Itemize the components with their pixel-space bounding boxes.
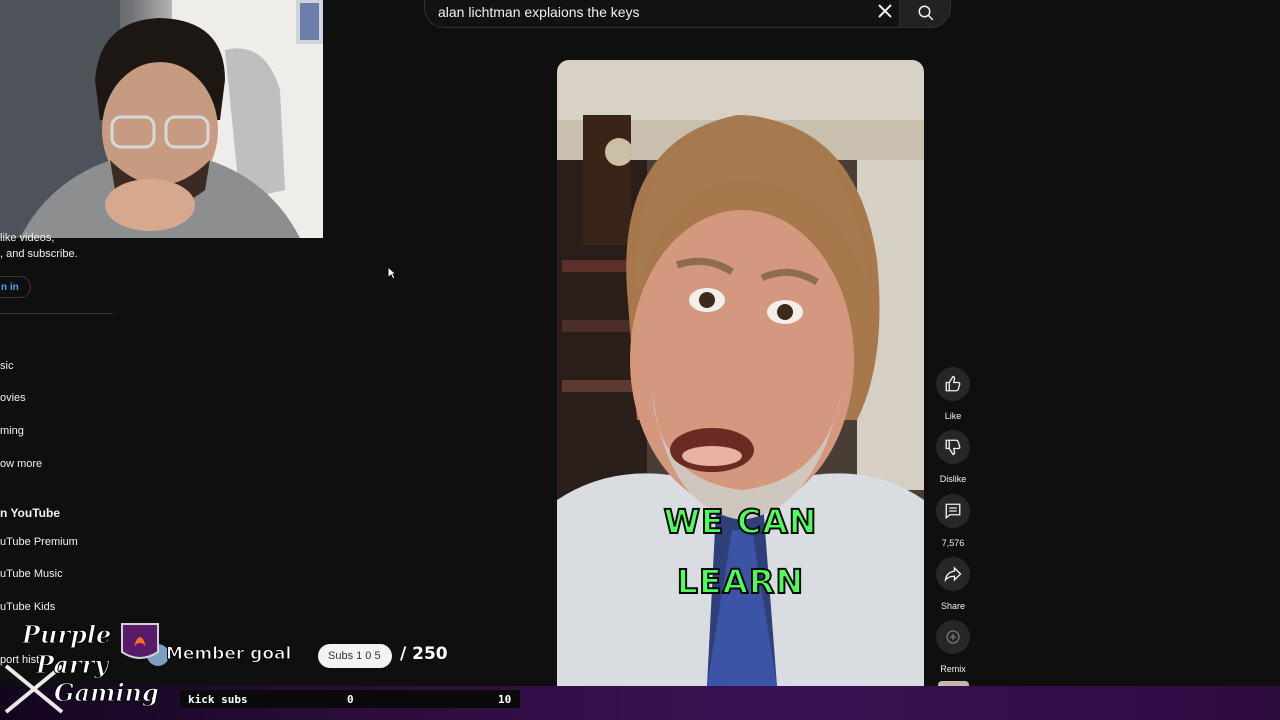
thumbs-up-icon	[945, 375, 961, 392]
like-button[interactable]: Like	[932, 367, 974, 421]
remix-icon	[946, 630, 960, 644]
sidebar-item-kids[interactable]: uTube Kids	[0, 601, 55, 613]
comment-icon	[945, 503, 961, 520]
search-icon	[918, 5, 934, 21]
logo-line-3: Gaming	[54, 678, 160, 708]
sign-in-label: n in	[1, 282, 19, 293]
share-label: Share	[940, 601, 966, 611]
member-goal-label: Member goal	[165, 644, 292, 665]
sign-in-button[interactable]: n in	[0, 276, 31, 298]
sidebar-show-more[interactable]: ow more	[0, 458, 42, 470]
search-input[interactable]: alan lichtman explaions the keys	[424, 0, 899, 28]
sidebar-item-gaming[interactable]: ming	[0, 425, 24, 437]
sidebar-item-music-app[interactable]: uTube Music	[0, 568, 63, 580]
channel-logo: Purple Parry Gaming	[2, 616, 168, 716]
subs-count: Subs 1 0 5	[328, 650, 381, 662]
caption-line-1: WE CAN	[663, 501, 818, 542]
comments-button[interactable]: 7,576	[932, 494, 974, 548]
caption-line-2: LEARN	[676, 561, 805, 602]
subs-count-chip: Subs 1 0 5	[318, 644, 392, 668]
shorts-video-player[interactable]: WE CAN LEARN	[557, 60, 924, 686]
sidebar-item-music[interactable]: sic	[0, 360, 13, 372]
comments-count: 7,576	[941, 538, 965, 548]
dislike-label: Dislike	[939, 474, 967, 484]
sidebar-divider	[0, 313, 113, 314]
remix-label: Remix	[940, 664, 966, 674]
mouse-cursor-icon	[387, 266, 397, 280]
kick-subs-label: kick subs	[188, 693, 248, 706]
signin-prompt-line1: like videos,	[0, 232, 55, 244]
sidebar-item-premium[interactable]: uTube Premium	[0, 536, 78, 548]
search-query[interactable]: alan lichtman explaions the keys	[438, 4, 640, 20]
sidebar-more-heading: n YouTube	[0, 506, 60, 520]
clear-search-icon[interactable]	[873, 0, 897, 23]
signin-prompt-line2: , and subscribe.	[0, 248, 78, 260]
logo-line-2: Parry	[35, 650, 109, 680]
kick-subs-current: 0	[347, 693, 354, 706]
thumbs-down-icon	[945, 439, 961, 456]
share-button[interactable]: Share	[932, 557, 974, 611]
search-button[interactable]	[899, 0, 951, 28]
remix-button[interactable]: Remix	[932, 620, 974, 674]
share-icon	[944, 566, 962, 583]
like-label: Like	[944, 411, 962, 421]
dislike-button[interactable]: Dislike	[932, 430, 974, 484]
member-goal-total: / 250	[400, 644, 448, 664]
webcam-image	[0, 0, 323, 238]
sidebar-item-movies[interactable]: ovies	[0, 392, 26, 404]
kick-subs-target: 10	[498, 693, 512, 706]
webcam-feed	[0, 0, 323, 238]
logo-line-1: Purple	[21, 620, 112, 650]
